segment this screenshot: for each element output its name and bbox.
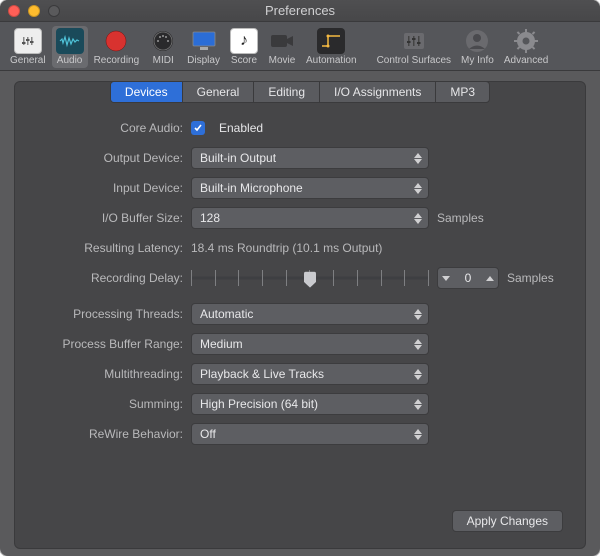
toolbar-item-control-surfaces[interactable]: Control Surfaces — [373, 26, 455, 68]
toolbar-item-score[interactable]: ♪ Score — [226, 26, 262, 68]
process-buffer-range-label: Process Buffer Range: — [15, 337, 191, 351]
tab-group: Devices General Editing I/O Assignments … — [110, 81, 490, 103]
gear-icon — [512, 28, 540, 54]
midi-port-icon — [149, 28, 177, 54]
slider-panel-icon — [14, 28, 42, 54]
tab-mp3[interactable]: MP3 — [436, 82, 489, 102]
chevron-updown-icon — [412, 148, 424, 168]
toolbar-item-automation[interactable]: Automation — [302, 26, 361, 68]
mixer-icon — [400, 28, 428, 54]
toolbar-item-movie[interactable]: Movie — [264, 26, 300, 68]
core-audio-enabled-text: Enabled — [219, 121, 263, 135]
titlebar: Preferences — [0, 0, 600, 22]
resulting-latency-label: Resulting Latency: — [15, 241, 191, 255]
output-device-select[interactable]: Built-in Output — [191, 147, 429, 169]
record-icon — [102, 28, 130, 54]
waveform-icon — [56, 28, 84, 54]
zoom-window-button[interactable] — [48, 5, 60, 17]
toolbar-item-recording[interactable]: Recording — [90, 26, 144, 68]
toolbar-item-general[interactable]: General — [6, 26, 50, 68]
tab-io-assignments[interactable]: I/O Assignments — [320, 82, 436, 102]
input-device-select[interactable]: Built-in Microphone — [191, 177, 429, 199]
chevron-updown-icon — [412, 394, 424, 414]
input-device-label: Input Device: — [15, 181, 191, 195]
core-audio-checkbox[interactable] — [191, 121, 205, 135]
io-buffer-unit: Samples — [437, 211, 484, 225]
recording-delay-stepper[interactable]: 0 — [437, 267, 499, 289]
chevron-updown-icon — [412, 424, 424, 444]
camera-icon — [268, 28, 296, 54]
toolbar-item-display[interactable]: Display — [183, 26, 224, 68]
rewire-label: ReWire Behavior: — [15, 427, 191, 441]
summing-select[interactable]: High Precision (64 bit) — [191, 393, 429, 415]
processing-threads-select[interactable]: Automatic — [191, 303, 429, 325]
summing-label: Summing: — [15, 397, 191, 411]
recording-delay-value: 0 — [454, 271, 482, 285]
monitor-icon — [190, 28, 218, 54]
core-audio-label: Core Audio: — [15, 121, 191, 135]
stepper-up[interactable] — [482, 268, 498, 288]
recording-delay-unit: Samples — [507, 271, 554, 285]
rewire-select[interactable]: Off — [191, 423, 429, 445]
chevron-updown-icon — [412, 178, 424, 198]
chevron-updown-icon — [412, 208, 424, 228]
minimize-window-button[interactable] — [28, 5, 40, 17]
close-window-button[interactable] — [8, 5, 20, 17]
process-buffer-range-select[interactable]: Medium — [191, 333, 429, 355]
toolbar-item-advanced[interactable]: Advanced — [500, 26, 552, 68]
toolbar-item-my-info[interactable]: My Info — [457, 26, 498, 68]
toolbar-item-audio[interactable]: Audio — [52, 26, 88, 68]
apply-changes-button[interactable]: Apply Changes — [452, 510, 563, 532]
chevron-updown-icon — [412, 304, 424, 324]
recording-delay-slider[interactable] — [191, 267, 429, 289]
music-note-icon: ♪ — [230, 28, 258, 54]
window-title: Preferences — [0, 3, 600, 18]
tab-general[interactable]: General — [183, 82, 255, 102]
toolbar: General Audio Recording MIDI Display — [0, 22, 600, 71]
processing-threads-label: Processing Threads: — [15, 307, 191, 321]
preferences-window: Preferences General Audio Recording MIDI — [0, 0, 600, 556]
multithreading-label: Multithreading: — [15, 367, 191, 381]
multithreading-select[interactable]: Playback & Live Tracks — [191, 363, 429, 385]
settings-panel: Devices General Editing I/O Assignments … — [14, 81, 586, 549]
chevron-updown-icon — [412, 334, 424, 354]
toolbar-item-midi[interactable]: MIDI — [145, 26, 181, 68]
recording-delay-label: Recording Delay: — [15, 271, 191, 285]
tab-editing[interactable]: Editing — [254, 82, 320, 102]
window-controls — [8, 5, 60, 17]
stepper-down[interactable] — [438, 268, 454, 288]
person-icon — [463, 28, 491, 54]
tab-devices[interactable]: Devices — [111, 82, 183, 102]
automation-curve-icon — [317, 28, 345, 54]
resulting-latency-value: 18.4 ms Roundtrip (10.1 ms Output) — [191, 241, 382, 255]
chevron-updown-icon — [412, 364, 424, 384]
output-device-label: Output Device: — [15, 151, 191, 165]
io-buffer-label: I/O Buffer Size: — [15, 211, 191, 225]
io-buffer-select[interactable]: 128 — [191, 207, 429, 229]
